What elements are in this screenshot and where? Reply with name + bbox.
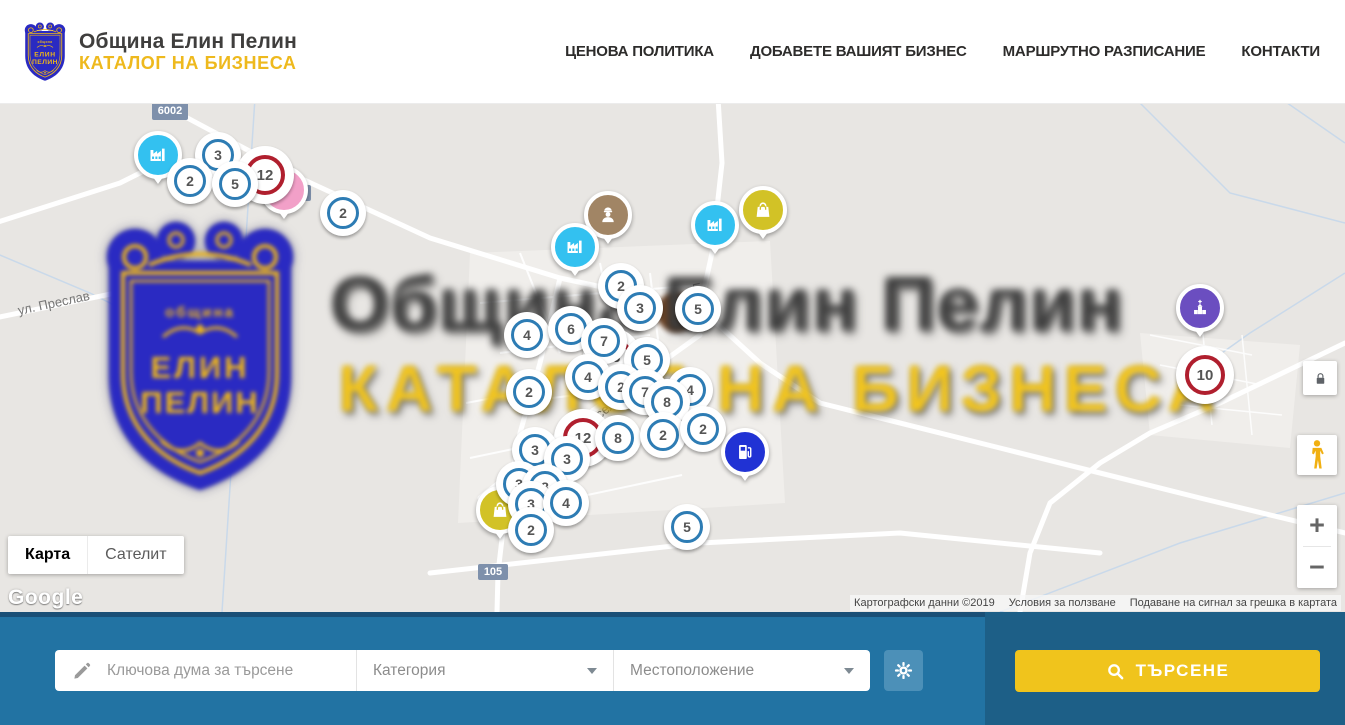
nav-add-your-business[interactable]: ДОБАВЕТЕ ВАШИЯТ БИЗНЕС	[750, 43, 967, 60]
map-cluster[interactable]: 2	[320, 190, 366, 236]
cluster-count: 8	[614, 430, 622, 446]
watermark-crest	[85, 215, 315, 500]
cluster-count: 5	[694, 301, 702, 317]
map-cluster[interactable]: 2	[640, 412, 686, 458]
cluster-count: 10	[1197, 367, 1214, 384]
cluster-count: 3	[563, 451, 571, 467]
keyword-search-input[interactable]	[105, 661, 356, 681]
map-type-map-button[interactable]: Карта	[8, 536, 87, 574]
cluster-count: 8	[663, 394, 671, 410]
cluster-count: 5	[683, 519, 691, 535]
road-shield: 105	[478, 564, 508, 580]
nav-pricing-policy[interactable]: ЦЕНОВА ПОЛИТИКА	[565, 43, 714, 60]
map-pin-factory[interactable]	[691, 201, 739, 249]
map-pin-bag[interactable]	[739, 186, 787, 234]
map-attribution: Картографски данни ©2019 Условия за полз…	[850, 595, 1341, 611]
keyword-field	[55, 650, 356, 691]
map-cluster[interactable]: 8	[595, 415, 641, 461]
gear-icon	[894, 661, 913, 680]
main-nav: ЦЕНОВА ПОЛИТИКА ДОБАВЕТЕ ВАШИЯТ БИЗНЕС М…	[565, 43, 1320, 60]
attribution-copyright: Картографски данни ©2019	[854, 597, 995, 609]
cluster-count: 2	[659, 427, 667, 443]
map-cluster[interactable]: 2	[506, 369, 552, 415]
google-logo[interactable]: Google	[8, 586, 83, 610]
cluster-count: 12	[257, 167, 274, 184]
site-subtitle: КАТАЛОГ НА БИЗНЕСА	[79, 53, 297, 73]
cluster-count: 2	[339, 205, 347, 221]
location-select[interactable]: Местоположение	[613, 650, 870, 691]
nav-route-schedule[interactable]: МАРШРУТНО РАЗПИСАНИЕ	[1003, 43, 1206, 60]
lock-control[interactable]	[1303, 361, 1337, 395]
municipality-crest-icon	[20, 21, 70, 83]
lock-icon	[1313, 371, 1328, 386]
map-pin-church[interactable]	[1176, 284, 1224, 332]
cluster-count: 2	[525, 384, 533, 400]
map-canvas[interactable]: Община Елин Пелин КАТАЛОГ НА БИЗНЕСА Кар…	[0, 103, 1345, 612]
cluster-count: 6	[567, 321, 575, 337]
map-cluster[interactable]: 5	[212, 161, 258, 207]
cluster-count: 7	[600, 333, 608, 349]
cluster-count: 2	[186, 173, 194, 189]
cluster-count: 2	[699, 421, 707, 437]
cluster-count: 4	[584, 369, 592, 385]
map-cluster[interactable]: 4	[504, 312, 550, 358]
map-pin-factory[interactable]	[551, 223, 599, 271]
map-pin-fuel[interactable]	[721, 428, 769, 476]
category-select[interactable]: Категория	[356, 650, 613, 691]
cluster-count: 3	[531, 442, 539, 458]
watermark-title: Община Елин Пелин	[330, 261, 1124, 348]
chevron-down-icon	[587, 668, 597, 674]
road-shield: 6002	[152, 103, 188, 120]
site-title: Община Елин Пелин	[79, 30, 297, 54]
map-cluster[interactable]: 2	[167, 158, 213, 204]
advanced-settings-button[interactable]	[884, 650, 923, 691]
map-type-control: Карта Сателит	[8, 536, 184, 574]
search-button-label: ТЪРСЕНЕ	[1136, 661, 1230, 681]
header: Община Елин Пелин КАТАЛОГ НА БИЗНЕСА ЦЕН…	[0, 0, 1345, 104]
cluster-count: 3	[214, 147, 222, 163]
cluster-count: 5	[231, 176, 239, 192]
map-cluster[interactable]: 2	[508, 507, 554, 553]
search-button[interactable]: ТЪРСЕНЕ	[1015, 650, 1320, 692]
map-cluster[interactable]: 5	[675, 286, 721, 332]
chevron-down-icon	[844, 668, 854, 674]
attribution-report-error-link[interactable]: Подаване на сигнал за грешка в картата	[1130, 597, 1337, 609]
zoom-in-button[interactable]: +	[1297, 505, 1337, 546]
zoom-control: + −	[1297, 505, 1337, 588]
cluster-count: 4	[562, 495, 570, 511]
cluster-count: 4	[523, 327, 531, 343]
cluster-count: 2	[527, 522, 535, 538]
magnifier-icon	[1106, 662, 1125, 681]
attribution-terms-link[interactable]: Условия за ползване	[1009, 597, 1116, 609]
map-cluster[interactable]: 3	[617, 285, 663, 331]
map-cluster[interactable]: 2	[680, 406, 726, 452]
pencil-icon	[72, 661, 92, 681]
search-bar: Категория Местоположение ТЪРСЕНЕ	[0, 612, 1345, 725]
cluster-count: 3	[636, 300, 644, 316]
map-type-satellite-button[interactable]: Сателит	[87, 536, 183, 574]
pegman-icon	[1307, 439, 1327, 471]
map-cluster[interactable]: 10	[1176, 346, 1234, 404]
site-logo[interactable]: Община Елин Пелин КАТАЛОГ НА БИЗНЕСА	[20, 21, 297, 83]
category-select-label: Категория	[373, 662, 445, 680]
watermark-subtitle: КАТАЛОГ НА БИЗНЕСА	[338, 350, 1222, 426]
location-select-label: Местоположение	[630, 662, 754, 680]
map-cluster[interactable]: 5	[664, 504, 710, 550]
street-view-pegman[interactable]	[1297, 435, 1337, 475]
zoom-out-button[interactable]: −	[1297, 547, 1337, 588]
nav-contacts[interactable]: КОНТАКТИ	[1241, 43, 1320, 60]
cluster-count: 5	[643, 352, 651, 368]
